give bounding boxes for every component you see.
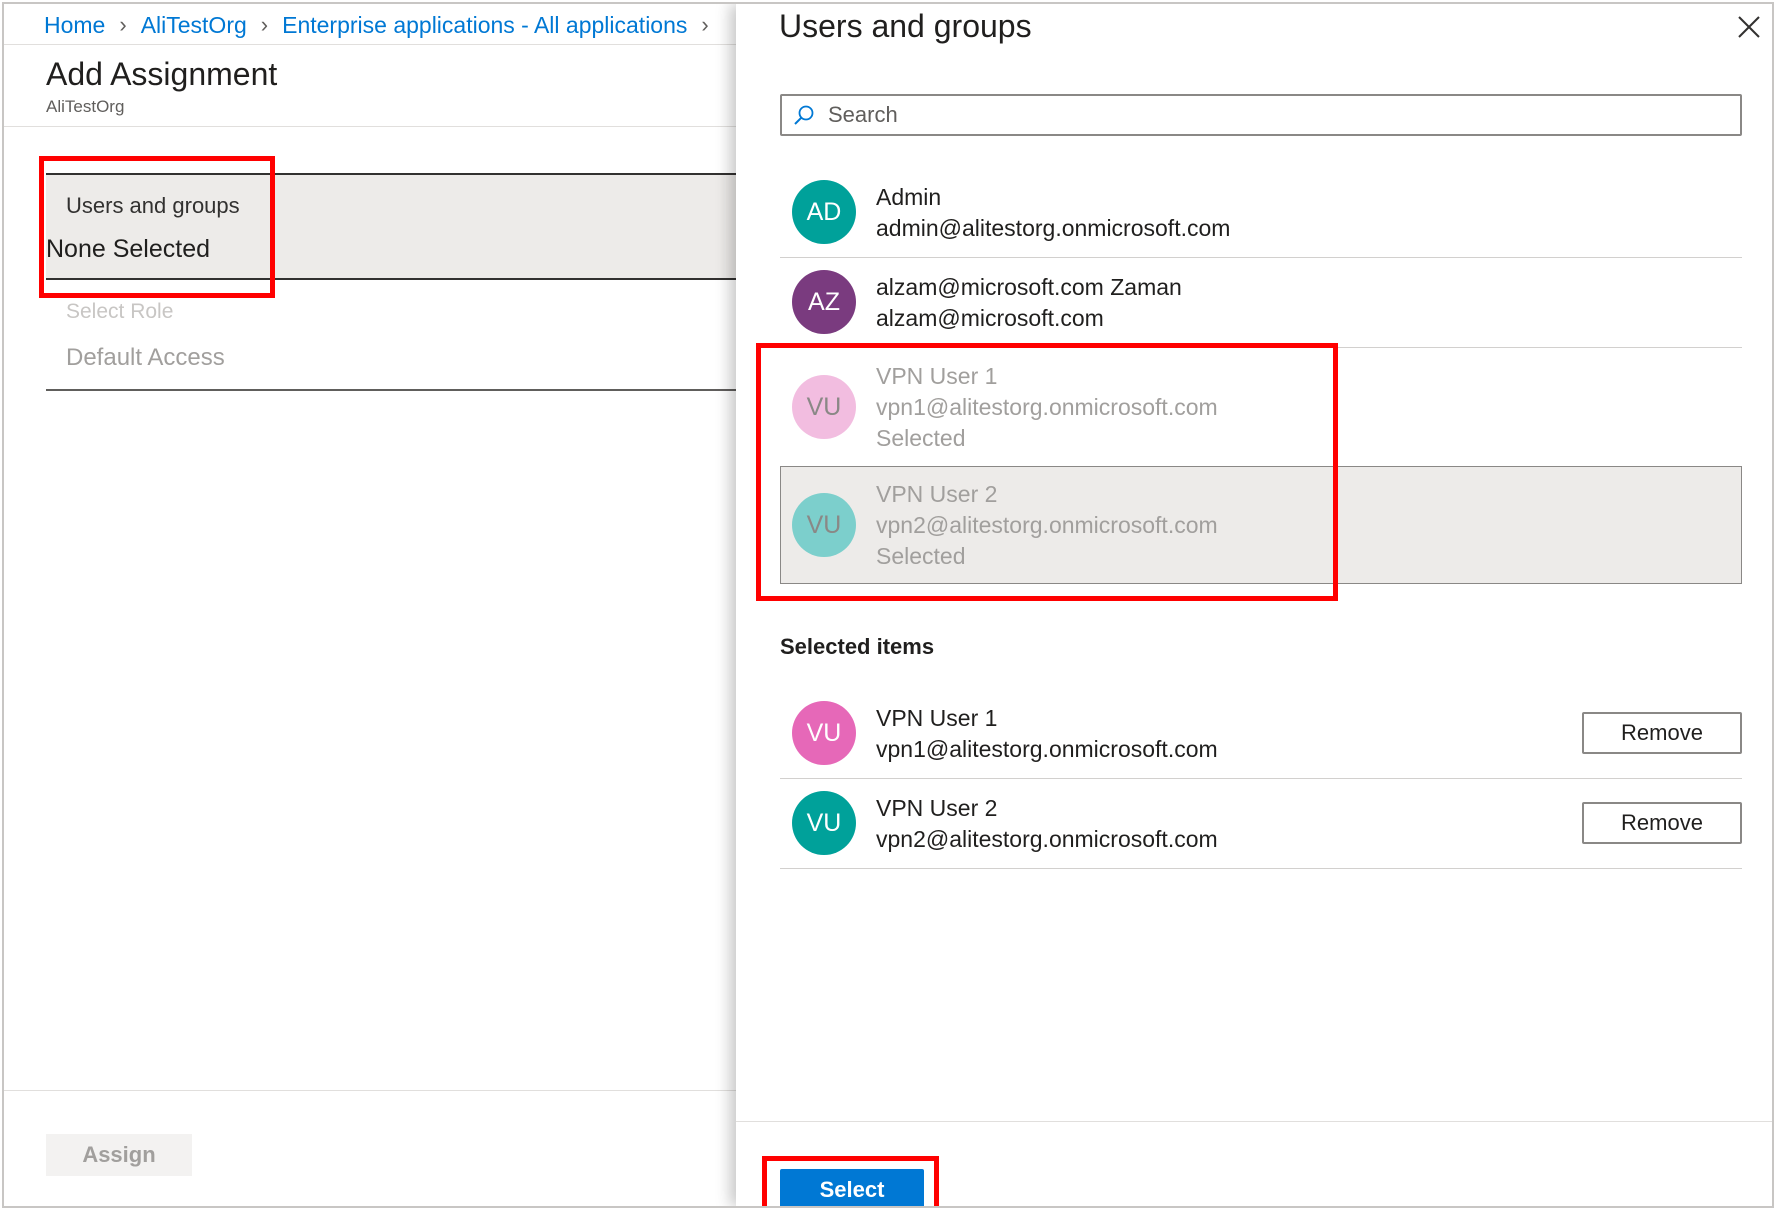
chevron-right-icon: ›: [119, 12, 127, 37]
user-name: alzam@microsoft.com Zaman: [876, 274, 1182, 300]
search-input[interactable]: [826, 101, 1730, 129]
select-role-label: Select Role: [66, 300, 174, 323]
selected-row-vpn1: VU VPN User 1 vpn1@alitestorg.onmicrosof…: [780, 689, 1742, 779]
users-and-groups-panel: Users and groups AD Admin admin@alitesto…: [736, 4, 1772, 1206]
users-and-groups-selector[interactable]: Users and groups None Selected: [46, 173, 736, 280]
user-row-vpn1[interactable]: VU VPN User 1 vpn1@alitestorg.onmicrosof…: [780, 348, 1742, 466]
chevron-right-icon: ›: [260, 12, 269, 37]
search-icon: [794, 105, 814, 125]
panel-footer-divider: [736, 1121, 1772, 1122]
user-name: VPN User 1: [876, 363, 998, 389]
avatar: VU: [792, 493, 856, 557]
page-title: Add Assignment: [46, 56, 278, 92]
users-and-groups-label: Users and groups: [66, 193, 240, 218]
user-email: vpn2@alitestorg.onmicrosoft.com: [876, 826, 1218, 852]
assign-button[interactable]: Assign: [46, 1134, 192, 1176]
breadcrumb-org[interactable]: AliTestOrg: [141, 12, 247, 39]
breadcrumb-home[interactable]: Home: [44, 12, 105, 39]
breadcrumb-enterprise-apps[interactable]: Enterprise applications - All applicatio…: [282, 12, 687, 39]
title-divider: [4, 126, 736, 127]
user-row-vpn2[interactable]: VU VPN User 2 vpn2@alitestorg.onmicrosof…: [780, 466, 1742, 584]
user-status: Selected: [876, 425, 966, 451]
avatar: AZ: [792, 270, 856, 334]
close-icon[interactable]: [1734, 12, 1764, 42]
page-subtitle: AliTestOrg: [46, 97, 125, 116]
add-assignment-blade: Home › AliTestOrg › Enterprise applicati…: [4, 4, 736, 1206]
footer-divider: [4, 1090, 736, 1091]
user-email: admin@alitestorg.onmicrosoft.com: [876, 215, 1231, 241]
selected-items-header: Selected items: [780, 634, 935, 659]
breadcrumb: Home › AliTestOrg › Enterprise applicati…: [44, 6, 723, 44]
user-name: VPN User 2: [876, 481, 998, 507]
window-frame: Home › AliTestOrg › Enterprise applicati…: [2, 2, 1774, 1208]
role-divider: [46, 389, 736, 391]
search-box: [780, 94, 1742, 136]
select-role-value[interactable]: Default Access: [66, 344, 225, 372]
select-button[interactable]: Select: [780, 1169, 924, 1206]
breadcrumb-divider: [4, 44, 736, 45]
user-email: alzam@microsoft.com: [876, 305, 1104, 331]
panel-title: Users and groups: [779, 8, 1032, 44]
user-status: Selected: [876, 543, 966, 569]
chevron-right-icon: ›: [701, 12, 709, 37]
user-name: VPN User 2: [876, 795, 998, 821]
user-row-alzam[interactable]: AZ alzam@microsoft.com Zaman alzam@micro…: [780, 258, 1742, 348]
user-name: VPN User 1: [876, 705, 998, 731]
avatar: VU: [792, 701, 856, 765]
remove-button[interactable]: Remove: [1582, 802, 1742, 844]
avatar: AD: [792, 180, 856, 244]
user-email: vpn1@alitestorg.onmicrosoft.com: [876, 736, 1218, 762]
user-email: vpn1@alitestorg.onmicrosoft.com: [876, 394, 1218, 420]
user-email: vpn2@alitestorg.onmicrosoft.com: [876, 512, 1218, 538]
remove-button[interactable]: Remove: [1582, 712, 1742, 754]
avatar: VU: [792, 375, 856, 439]
avatar: VU: [792, 791, 856, 855]
selected-row-vpn2: VU VPN User 2 vpn2@alitestorg.onmicrosof…: [780, 779, 1742, 869]
user-name: Admin: [876, 184, 942, 210]
users-and-groups-value: None Selected: [46, 235, 211, 263]
user-row-admin[interactable]: AD Admin admin@alitestorg.onmicrosoft.co…: [780, 168, 1742, 258]
